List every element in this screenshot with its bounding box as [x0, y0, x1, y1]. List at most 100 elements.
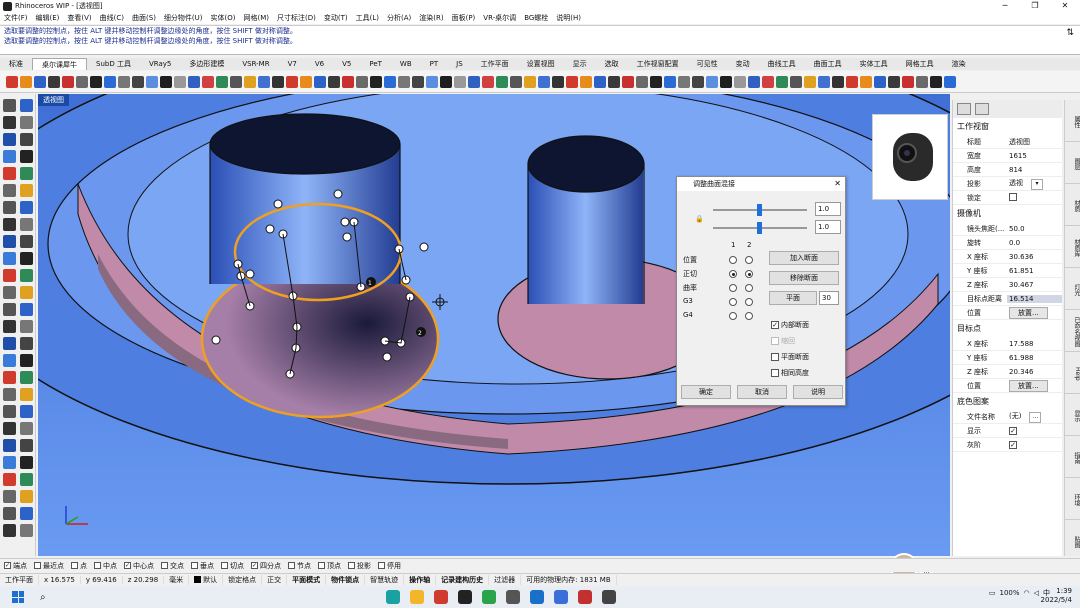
osnap-checkbox[interactable]	[288, 562, 295, 569]
toolbar-tab[interactable]: PeT	[360, 58, 391, 70]
toolbar-tool-icon[interactable]	[580, 75, 592, 88]
toolbar-tool-icon[interactable]	[776, 75, 788, 88]
left-tool-icon[interactable]	[20, 133, 33, 146]
toolbar-tab[interactable]: VSR-MR	[233, 58, 278, 70]
taskbar-app-icon[interactable]	[385, 590, 400, 604]
browse-icon[interactable]: …	[1029, 411, 1042, 423]
osnap-option[interactable]: ✓ 四分点	[251, 561, 281, 571]
radio-position-1[interactable]	[729, 256, 737, 264]
toolbar-tab[interactable]: 标准	[0, 58, 32, 70]
left-tool-icon[interactable]	[20, 439, 33, 452]
side-tab[interactable]: Help	[1065, 352, 1080, 394]
toolbar-tool-icon[interactable]	[34, 75, 46, 88]
cancel-button[interactable]: 取消	[737, 385, 787, 399]
toolbar-tool-icon[interactable]	[426, 75, 438, 88]
status-gumball[interactable]: 操作轴	[404, 574, 437, 585]
status-history[interactable]: 记录建构历史	[436, 574, 490, 585]
toolbar-tab[interactable]: 曲线工具	[759, 58, 805, 70]
toolbar-tool-icon[interactable]	[482, 75, 494, 88]
left-tool-icon[interactable]	[3, 201, 16, 214]
osnap-option[interactable]: 点	[71, 561, 87, 571]
osnap-option[interactable]: 节点	[288, 561, 311, 571]
left-tool-icon[interactable]	[20, 456, 33, 469]
toolbar-tool-icon[interactable]	[804, 75, 816, 88]
menu-bg[interactable]: BG螺栓	[524, 13, 548, 23]
toolbar-tool-icon[interactable]	[608, 75, 620, 88]
left-tool-icon[interactable]	[3, 354, 16, 367]
toolbar-tool-icon[interactable]	[902, 75, 914, 88]
menu-render[interactable]: 渲染(R)	[419, 13, 443, 23]
toolbar-tool-icon[interactable]	[510, 75, 522, 88]
prop-value[interactable]: 1615	[1007, 152, 1062, 160]
toolbar-tool-icon[interactable]	[48, 75, 60, 88]
toolbar-tab[interactable]: 网格工具	[897, 58, 943, 70]
radio-g3-2[interactable]	[745, 298, 753, 306]
toolbar-tab[interactable]: WB	[391, 58, 421, 70]
left-tool-icon[interactable]	[3, 286, 16, 299]
radio-curvature-2[interactable]	[745, 284, 753, 292]
maximize-button[interactable]: ❐	[1020, 0, 1050, 12]
osnap-checkbox[interactable]: ✓	[251, 562, 258, 569]
left-tool-icon[interactable]	[3, 235, 16, 248]
left-tool-icon[interactable]	[20, 201, 33, 214]
left-tool-icon[interactable]	[20, 388, 33, 401]
toolbar-tool-icon[interactable]	[20, 75, 32, 88]
menu-tools[interactable]: 工具(L)	[356, 13, 379, 23]
left-tool-icon[interactable]	[3, 303, 16, 316]
toolbar-tool-icon[interactable]	[216, 75, 228, 88]
osnap-option[interactable]: 最近点	[34, 561, 64, 571]
status-smarttrack[interactable]: 智慧轨迹	[365, 574, 405, 585]
same-height-checkbox[interactable]	[771, 369, 779, 377]
left-tool-icon[interactable]	[3, 320, 16, 333]
side-tab[interactable]: 已命名视图	[1065, 310, 1080, 352]
toolbar-tab[interactable]: 设置视图	[518, 58, 564, 70]
toolbar-tab[interactable]: VRay5	[140, 58, 180, 70]
osnap-option[interactable]: 切点	[221, 561, 244, 571]
toolbar-tab[interactable]: V6	[306, 58, 333, 70]
osnap-checkbox[interactable]	[161, 562, 168, 569]
left-tool-icon[interactable]	[20, 507, 33, 520]
toolbar-tool-icon[interactable]	[300, 75, 312, 88]
toolbar-tool-icon[interactable]	[552, 75, 564, 88]
toolbar-tab[interactable]: V5	[333, 58, 360, 70]
left-tool-icon[interactable]	[3, 337, 16, 350]
side-tab[interactable]: 材质库	[1065, 226, 1080, 268]
toolbar-tool-icon[interactable]	[874, 75, 886, 88]
command-history[interactable]: 选取要调整的控制点，按住 ALT 键并移动控制杆调整边缘处的角度，按住 SHIF…	[0, 25, 1080, 55]
toolbar-tool-icon[interactable]	[720, 75, 732, 88]
left-tool-icon[interactable]	[3, 490, 16, 503]
toolbar-tool-icon[interactable]	[132, 75, 144, 88]
prop-value[interactable]: 17.588	[1007, 340, 1062, 348]
toolbar-tool-icon[interactable]	[930, 75, 942, 88]
shrink-checkbox[interactable]	[771, 337, 779, 345]
prop-value[interactable]: 透视图	[1007, 137, 1062, 147]
left-tool-icon[interactable]	[20, 150, 33, 163]
volume-icon[interactable]: ◁	[1034, 589, 1039, 597]
prop-value[interactable]: 61.988	[1007, 354, 1062, 362]
toolbar-tab[interactable]: 可见性	[688, 58, 727, 70]
osnap-option[interactable]: 投影	[348, 561, 371, 571]
left-tool-icon[interactable]	[20, 337, 33, 350]
status-grid-snap[interactable]: 锁定格点	[223, 574, 263, 585]
menu-dimension[interactable]: 尺寸标注(D)	[277, 13, 316, 23]
projection-select[interactable]: 透视 ▾	[1007, 178, 1062, 190]
radio-position-2[interactable]	[745, 256, 753, 264]
status-layer[interactable]: 默认	[189, 574, 224, 585]
menu-transform[interactable]: 变动(T)	[324, 13, 348, 23]
toolbar-tool-icon[interactable]	[76, 75, 88, 88]
battery-icon[interactable]: ▭	[989, 589, 996, 597]
add-section-button[interactable]: 加入断面	[769, 251, 839, 265]
left-tool-icon[interactable]	[20, 524, 33, 537]
left-tool-icon[interactable]	[3, 439, 16, 452]
left-tool-icon[interactable]	[3, 371, 16, 384]
left-tool-icon[interactable]	[20, 269, 33, 282]
prop-value[interactable]: 30.467	[1007, 281, 1062, 289]
radio-tangent-2[interactable]	[745, 270, 753, 278]
left-tool-icon[interactable]	[20, 490, 33, 503]
side-tab[interactable]: 显示	[1065, 394, 1080, 436]
remove-section-button[interactable]: 移除断面	[769, 271, 839, 285]
toolbar-tool-icon[interactable]	[272, 75, 284, 88]
left-tool-icon[interactable]	[3, 269, 16, 282]
left-tool-icon[interactable]	[20, 167, 33, 180]
prop-value[interactable]: 50.0	[1007, 225, 1062, 233]
